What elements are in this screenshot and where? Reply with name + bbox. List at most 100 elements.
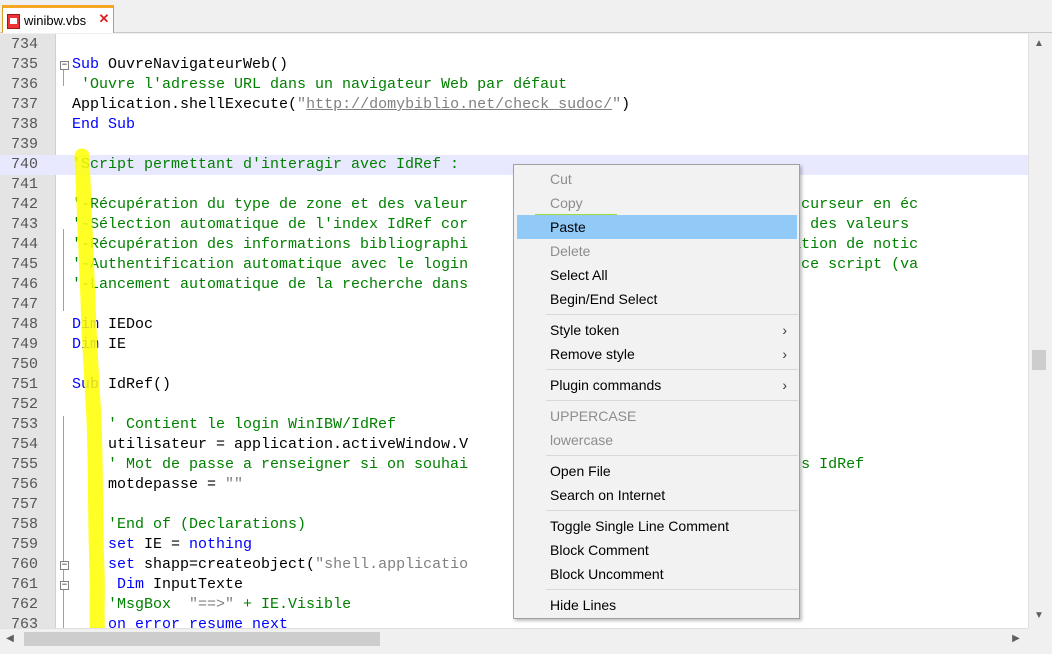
code-token: OuvreNavigateurWeb()	[99, 56, 289, 73]
line-number: 751	[10, 376, 38, 393]
chevron-right-icon: ›	[782, 346, 787, 362]
menu-item-begin-end-select[interactable]: Begin/End Select	[517, 287, 797, 311]
code-line[interactable]: 739	[0, 135, 1028, 155]
menu-item-cut: Cut	[517, 167, 797, 191]
code-token: "shell.applicatio	[315, 556, 469, 573]
code-token: motdepasse =	[72, 476, 226, 493]
line-text: set shapp=createobject("shell.applicatio	[72, 555, 468, 575]
menu-item-open-file[interactable]: Open File	[517, 459, 797, 483]
fold-collapse-icon[interactable]: −	[60, 561, 69, 570]
line-number: 757	[10, 496, 38, 513]
line-number: 738	[10, 116, 38, 133]
code-line[interactable]: 734	[0, 35, 1028, 55]
code-line[interactable]: 736 'Ouvre l'adresse URL dans un navigat…	[0, 75, 1028, 95]
code-token: "	[612, 96, 622, 113]
menu-item-select-all[interactable]: Select All	[517, 263, 797, 287]
menu-separator	[546, 455, 798, 456]
code-token: set	[108, 536, 136, 553]
code-token: http://domybiblio.net/check_sudoc/	[306, 96, 613, 113]
line-number: 762	[10, 596, 38, 613]
line-number: 735	[10, 56, 38, 73]
code-token: Dim	[117, 576, 145, 593]
code-token: IE =	[135, 536, 190, 553]
menu-item-label: Toggle Single Line Comment	[550, 518, 729, 534]
code-token: )	[621, 96, 631, 113]
scroll-up-icon[interactable]: ▲	[1033, 38, 1045, 50]
tab-winibw-vbs[interactable]: winibw.vbs ✕	[2, 5, 114, 33]
line-number: 759	[10, 536, 38, 553]
menu-item-label: lowercase	[550, 432, 614, 448]
menu-item-hide-lines[interactable]: Hide Lines	[517, 593, 797, 617]
scroll-right-icon[interactable]: ▶	[1010, 633, 1022, 645]
code-token: IdRef()	[99, 376, 172, 393]
code-token: + IE.Visible	[234, 596, 352, 613]
line-text: Dim IEDoc	[72, 315, 153, 335]
line-number: 749	[10, 336, 38, 353]
menu-separator	[546, 314, 798, 315]
menu-item-remove-style[interactable]: Remove style ›	[517, 342, 797, 366]
code-line[interactable]: 738 End Sub	[0, 115, 1028, 135]
vertical-scroll-thumb[interactable]	[1032, 350, 1046, 370]
horizontal-scroll-thumb[interactable]	[24, 632, 380, 646]
line-number: 737	[10, 96, 38, 113]
code-token: ' Contient le login WinIBW/IdRef	[72, 416, 397, 433]
line-number: 763	[10, 616, 38, 628]
line-text: motdepasse = ""	[72, 475, 243, 495]
code-token: "	[297, 96, 307, 113]
scrollbar-corner	[1028, 628, 1048, 648]
tab-label: winibw.vbs	[24, 13, 87, 28]
code-token: set	[108, 556, 136, 573]
menu-separator	[546, 589, 798, 590]
line-number: 761	[10, 576, 38, 593]
code-line[interactable]: 735 Sub OuvreNavigateurWeb()	[0, 55, 1028, 75]
fold-collapse-icon[interactable]: −	[60, 61, 69, 70]
horizontal-scrollbar[interactable]: ◀ ▶	[0, 628, 1028, 648]
menu-item-label: Cut	[550, 171, 572, 187]
line-number: 760	[10, 556, 38, 573]
line-number: 741	[10, 176, 38, 193]
line-number: 743	[10, 216, 38, 233]
menu-item-label: Select All	[550, 267, 608, 283]
menu-item-search-on-internet[interactable]: Search on Internet	[517, 483, 797, 507]
menu-item-toggle-single-line-comment[interactable]: Toggle Single Line Comment	[517, 514, 797, 538]
line-number: 736	[10, 76, 38, 93]
line-text: ' Contient le login WinIBW/IdRef	[72, 415, 396, 435]
code-token: '-Récupération des informations bibliogr…	[72, 236, 469, 253]
scroll-down-icon[interactable]: ▼	[1033, 610, 1045, 622]
fold-collapse-icon[interactable]: −	[60, 581, 69, 590]
code-token: 'MsgBox	[72, 596, 190, 613]
chevron-right-icon: ›	[782, 322, 787, 338]
line-text: 'End of (Declarations)	[72, 515, 306, 535]
menu-item-delete: Delete	[517, 239, 797, 263]
line-number: 734	[10, 36, 38, 53]
code-token: ' Mot de passe a renseigner si on souhai	[72, 456, 469, 473]
scroll-left-icon[interactable]: ◀	[4, 633, 16, 645]
menu-item-plugin-commands[interactable]: Plugin commands ›	[517, 373, 797, 397]
menu-item-style-token[interactable]: Style token ›	[517, 318, 797, 342]
line-number: 746	[10, 276, 38, 293]
code-token: Application.shellExecute(	[72, 96, 298, 113]
file-icon	[7, 13, 21, 29]
menu-item-paste[interactable]: Paste	[517, 215, 797, 239]
menu-item-label: Delete	[550, 243, 591, 259]
code-token: ""	[225, 476, 244, 493]
line-text: 'Ouvre l'adresse URL dans un navigateur …	[72, 75, 567, 95]
line-text: 'MsgBox "==>" + IE.Visible	[72, 595, 351, 615]
code-token: 'Script permettant d'interagir avec IdRe…	[72, 156, 460, 173]
menu-separator	[546, 510, 798, 511]
code-token: IE	[99, 336, 127, 353]
code-line[interactable]: 737 Application.shellExecute("http://domy…	[0, 95, 1028, 115]
code-token: '-Authentification automatique avec le l…	[72, 256, 469, 273]
line-text: Dim IE	[72, 335, 126, 355]
line-text: Dim InputTexte	[72, 575, 243, 595]
menu-item-block-comment[interactable]: Block Comment	[517, 538, 797, 562]
vertical-scrollbar[interactable]: ▲ ▼	[1028, 34, 1048, 628]
line-number: 739	[10, 136, 38, 153]
code-token: 'Ouvre l'adresse URL dans un navigateur …	[72, 76, 568, 93]
close-icon[interactable]: ✕	[98, 12, 110, 25]
code-token: Dim	[72, 336, 100, 353]
menu-item-block-uncomment[interactable]: Block Uncomment	[517, 562, 797, 586]
code-token: Dim	[72, 316, 100, 333]
menu-item-label: Paste	[550, 219, 586, 235]
